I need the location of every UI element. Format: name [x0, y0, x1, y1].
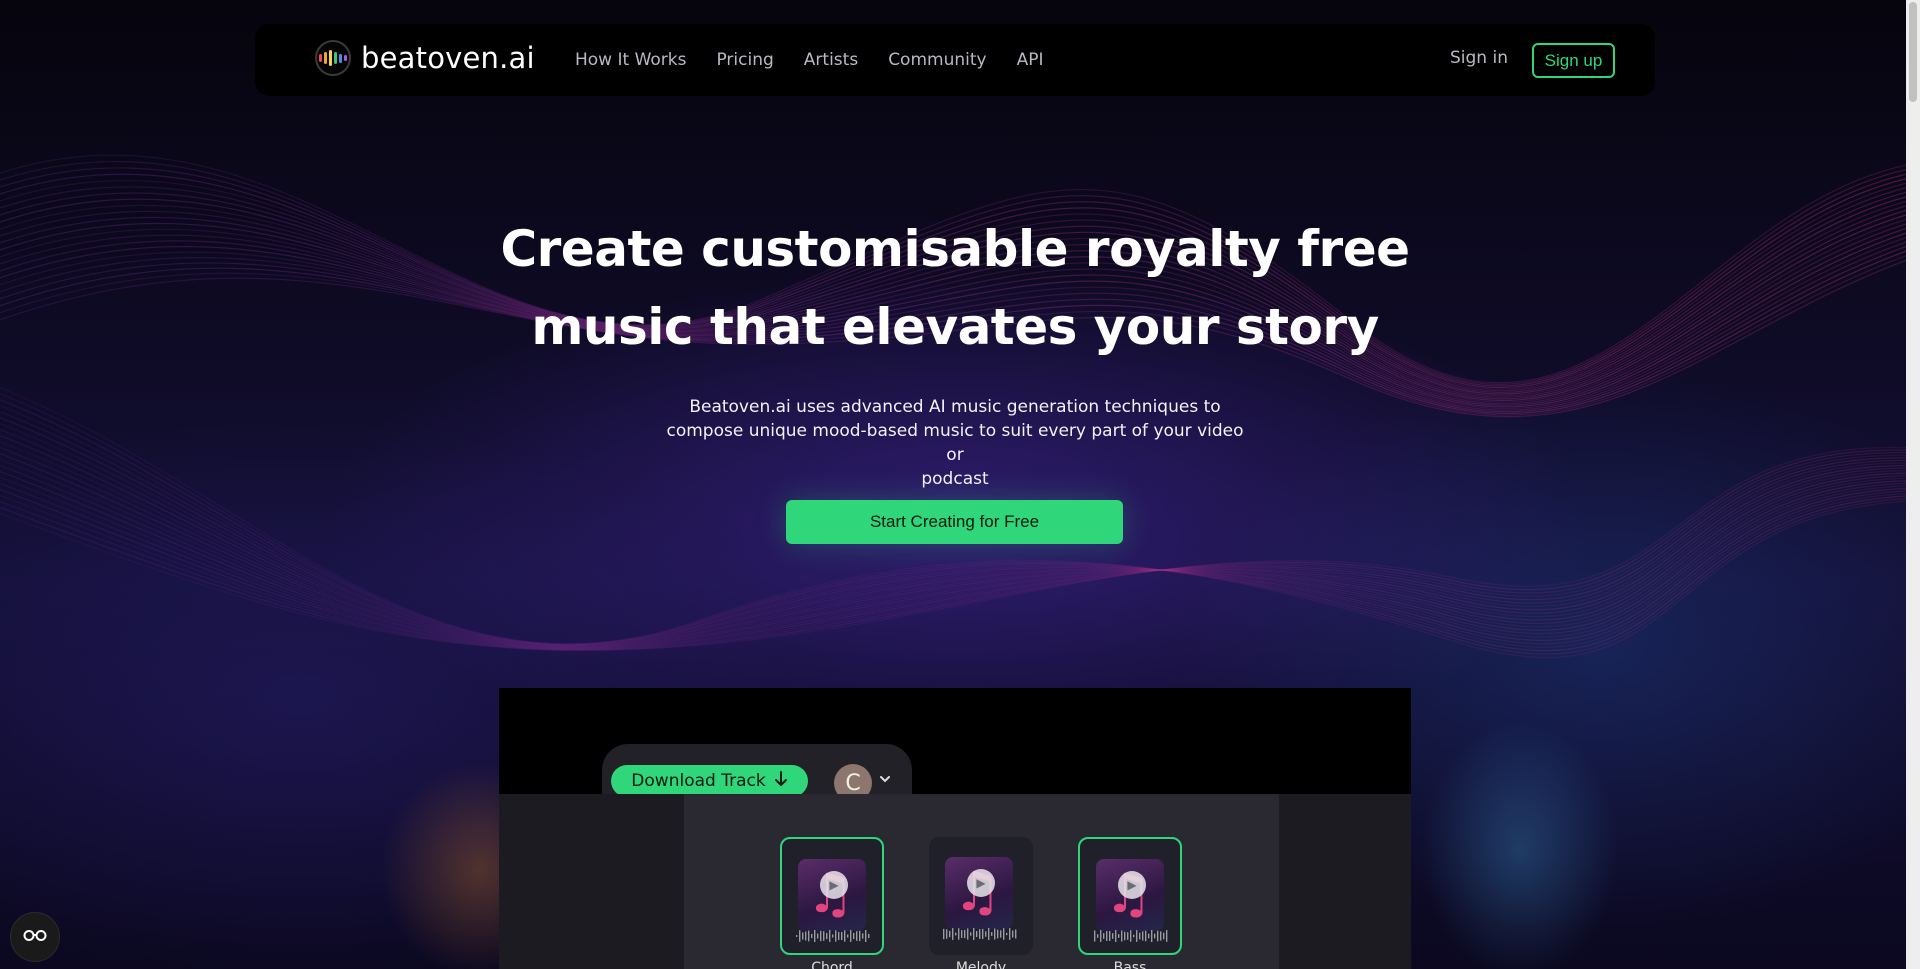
- accessibility-widget-button[interactable]: [10, 912, 60, 962]
- nav-link-pricing[interactable]: Pricing: [716, 50, 773, 70]
- waveform-icon: [796, 930, 870, 942]
- arrow-down-icon: [774, 770, 788, 792]
- hero-subtitle: Beatoven.ai uses advanced AI music gener…: [660, 395, 1250, 491]
- nav-link-community[interactable]: Community: [888, 50, 986, 70]
- play-icon[interactable]: ▶: [820, 871, 848, 899]
- background-glow-right: [1420, 720, 1620, 969]
- page-scrollbar[interactable]: [1906, 0, 1920, 969]
- logo-bar: [329, 50, 332, 66]
- hero-title-line-2: music that elevates your story: [531, 298, 1379, 356]
- nav-link-artists[interactable]: Artists: [804, 50, 858, 70]
- track-label-melody: Melody: [955, 960, 1007, 969]
- nav-links: How It Works Pricing Artists Community A…: [575, 24, 1073, 96]
- signup-button[interactable]: Sign up: [1532, 43, 1615, 78]
- hero-subtitle-line-1: Beatoven.ai uses advanced AI music gener…: [689, 397, 1221, 417]
- top-navbar: beatoven.ai How It Works Pricing Artists…: [255, 24, 1655, 96]
- brand-logo[interactable]: beatoven.ai: [315, 40, 535, 76]
- nav-link-api[interactable]: API: [1017, 50, 1044, 70]
- hero-title-line-1: Create customisable royalty free: [500, 220, 1410, 278]
- logo-bar: [324, 52, 327, 64]
- play-icon[interactable]: ▶: [967, 869, 995, 897]
- logo-icon: [315, 40, 351, 76]
- download-track-label: Download Track: [631, 771, 766, 791]
- signin-link[interactable]: Sign in: [1450, 48, 1508, 68]
- start-creating-button[interactable]: Start Creating for Free: [786, 500, 1123, 544]
- landing-page: beatoven.ai How It Works Pricing Artists…: [0, 0, 1920, 969]
- brand-name: beatoven.ai: [361, 41, 535, 75]
- hero-subtitle-line-3: podcast: [921, 469, 989, 489]
- track-label-bass: Bass: [1113, 960, 1147, 969]
- scrollbar-thumb[interactable]: [1909, 2, 1917, 102]
- track-label-chord: Chord: [811, 960, 853, 969]
- track-card-bass[interactable]: ♫ ▶: [1078, 837, 1182, 955]
- logo-bar: [339, 53, 342, 63]
- chevron-down-icon[interactable]: [879, 772, 891, 788]
- logo-bar: [319, 54, 322, 62]
- play-icon[interactable]: ▶: [1118, 871, 1146, 899]
- hero-subtitle-line-2: compose unique mood-based music to suit …: [666, 421, 1244, 465]
- waveform-icon: [943, 928, 1017, 940]
- waveform-icon: [1094, 930, 1168, 942]
- track-card-chord[interactable]: ♫ ▶: [780, 837, 884, 955]
- hero-title: Create customisable royalty free music t…: [360, 210, 1550, 366]
- download-track-button[interactable]: Download Track: [611, 765, 808, 797]
- nav-link-how-it-works[interactable]: How It Works: [575, 50, 686, 70]
- logo-bar: [334, 52, 337, 64]
- glasses-icon: [23, 928, 47, 947]
- logo-bar: [344, 55, 347, 61]
- track-card-melody[interactable]: ♫ ▶: [929, 837, 1033, 955]
- app-preview: Download Track C ♫ ▶ Chord ♫ ▶ Melody ♫: [499, 688, 1411, 969]
